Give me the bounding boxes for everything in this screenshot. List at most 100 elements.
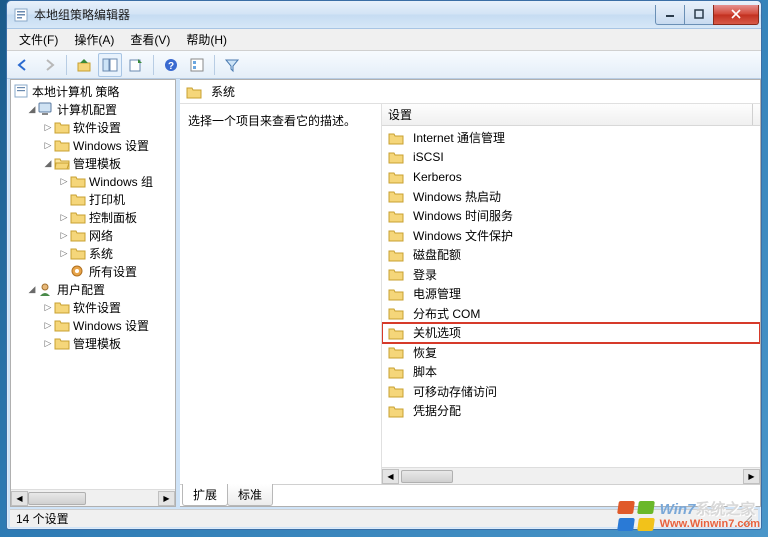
scroll-thumb[interactable] xyxy=(28,492,86,505)
list-item[interactable]: Windows 时间服务 xyxy=(382,206,760,226)
list-item[interactable]: Internet 通信管理 xyxy=(382,128,760,148)
list-item[interactable]: 脚本 xyxy=(382,362,760,382)
list-item[interactable]: Kerberos xyxy=(382,167,760,187)
list-item-label: 恢复 xyxy=(413,344,437,361)
collapse-icon[interactable]: ◢ xyxy=(27,104,37,114)
tree-label: 所有设置 xyxy=(89,263,137,280)
user-icon xyxy=(38,281,54,297)
tree-computer-config[interactable]: ◢ 计算机配置 xyxy=(11,100,175,118)
properties-button[interactable] xyxy=(185,53,209,77)
menu-view[interactable]: 查看(V) xyxy=(122,28,178,51)
menu-action[interactable]: 操作(A) xyxy=(66,28,122,51)
tab-extended[interactable]: 扩展 xyxy=(182,484,228,506)
tree-admin-templates[interactable]: ◢ 管理模板 xyxy=(11,154,175,172)
expand-icon[interactable]: ▷ xyxy=(43,122,53,132)
scroll-thumb[interactable] xyxy=(401,470,453,483)
maximize-button[interactable] xyxy=(684,5,714,25)
export-button[interactable] xyxy=(124,53,148,77)
tree-root[interactable]: 本地计算机 策略 xyxy=(11,82,175,100)
up-button[interactable] xyxy=(72,53,96,77)
list-item[interactable]: 关机选项 xyxy=(382,323,760,343)
tree-item[interactable]: 打印机 xyxy=(11,190,175,208)
tree-label: 控制面板 xyxy=(89,209,137,226)
column-header[interactable]: 设置 xyxy=(382,104,760,126)
filter-button[interactable] xyxy=(220,53,244,77)
tree-item[interactable]: 所有设置 xyxy=(11,262,175,280)
back-button[interactable] xyxy=(11,53,35,77)
list-item[interactable]: 凭据分配 xyxy=(382,401,760,421)
list-h-scrollbar[interactable]: ◀ ▶ xyxy=(382,467,760,484)
list-item-label: Internet 通信管理 xyxy=(413,129,505,146)
list-item[interactable]: 登录 xyxy=(382,265,760,285)
close-button[interactable] xyxy=(713,5,759,25)
folder-icon xyxy=(388,305,404,321)
menu-file[interactable]: 文件(F) xyxy=(11,28,66,51)
tree-item-system[interactable]: ▷ 系统 xyxy=(11,244,175,262)
show-hide-tree-button[interactable] xyxy=(98,53,122,77)
list-item[interactable]: Windows 文件保护 xyxy=(382,226,760,246)
folder-icon xyxy=(388,383,404,399)
list-item[interactable]: 可移动存储访问 xyxy=(382,382,760,402)
expand-icon[interactable]: ▷ xyxy=(43,302,53,312)
scroll-left-icon[interactable]: ◀ xyxy=(382,469,399,484)
forward-button[interactable] xyxy=(37,53,61,77)
list-item[interactable]: 分布式 COM xyxy=(382,304,760,324)
tree-item[interactable]: ▷ 软件设置 xyxy=(11,118,175,136)
nav-tree[interactable]: 本地计算机 策略 ◢ 计算机配置 ▷ 软件设置 ▷ Windows 设置 xyxy=(11,80,175,489)
tree-item[interactable]: ▷ Windows 组 xyxy=(11,172,175,190)
help-button[interactable]: ? xyxy=(159,53,183,77)
tree-label: 软件设置 xyxy=(73,119,121,136)
minimize-button[interactable] xyxy=(655,5,685,25)
tree-user-config[interactable]: ◢ 用户配置 xyxy=(11,280,175,298)
expand-icon[interactable]: ▷ xyxy=(59,230,69,240)
tree-item[interactable]: ▷ Windows 设置 xyxy=(11,316,175,334)
expand-icon[interactable]: ▷ xyxy=(43,320,53,330)
computer-icon xyxy=(38,101,54,117)
titlebar[interactable]: 本地组策略编辑器 xyxy=(7,1,761,29)
expand-icon[interactable]: ▷ xyxy=(59,212,69,222)
list-item[interactable]: iSCSI xyxy=(382,148,760,168)
list-item-label: Kerberos xyxy=(413,170,462,184)
tree-h-scrollbar[interactable]: ◀ ▶ xyxy=(11,489,175,506)
window-title: 本地组策略编辑器 xyxy=(34,6,130,23)
settings-list[interactable]: Internet 通信管理iSCSIKerberosWindows 热启动Win… xyxy=(382,126,760,467)
tab-standard[interactable]: 标准 xyxy=(227,484,273,506)
app-window: 本地组策略编辑器 文件(F) 操作(A) 查看(V) 帮助(H) ? xyxy=(6,0,762,530)
resize-grip-icon[interactable] xyxy=(738,512,752,526)
tree-item[interactable]: ▷ Windows 设置 xyxy=(11,136,175,154)
tree-item[interactable]: ▷ 控制面板 xyxy=(11,208,175,226)
tree-item[interactable]: ▷ 网络 xyxy=(11,226,175,244)
scroll-right-icon[interactable]: ▶ xyxy=(158,491,175,506)
folder-icon xyxy=(70,227,86,243)
tree-label: 计算机配置 xyxy=(57,101,117,118)
folder-icon xyxy=(54,335,70,351)
list-item-label: 可移动存储访问 xyxy=(413,383,497,400)
folder-icon xyxy=(388,227,404,243)
folder-icon xyxy=(70,245,86,261)
toolbar-separator xyxy=(66,55,67,75)
list-item[interactable]: Windows 热启动 xyxy=(382,187,760,207)
folder-icon xyxy=(388,325,404,341)
scroll-right-icon[interactable]: ▶ xyxy=(743,469,760,484)
expand-icon[interactable]: ▷ xyxy=(59,248,69,258)
scroll-left-icon[interactable]: ◀ xyxy=(11,491,28,506)
expand-icon[interactable]: ▷ xyxy=(43,338,53,348)
list-item[interactable]: 电源管理 xyxy=(382,284,760,304)
column-resize-handle[interactable] xyxy=(752,104,760,125)
tree-item[interactable]: ▷ 软件设置 xyxy=(11,298,175,316)
folder-icon xyxy=(388,344,404,360)
list-item-label: 登录 xyxy=(413,266,437,283)
list-item-label: 分布式 COM xyxy=(413,305,480,322)
tree-label: 管理模板 xyxy=(73,155,121,172)
menu-help[interactable]: 帮助(H) xyxy=(178,28,235,51)
collapse-icon[interactable]: ◢ xyxy=(43,158,53,168)
folder-icon xyxy=(388,130,404,146)
expand-icon[interactable]: ▷ xyxy=(43,140,53,150)
collapse-icon[interactable]: ◢ xyxy=(27,284,37,294)
folder-icon xyxy=(388,364,404,380)
list-item[interactable]: 恢复 xyxy=(382,343,760,363)
list-item[interactable]: 磁盘配额 xyxy=(382,245,760,265)
tree-item[interactable]: ▷ 管理模板 xyxy=(11,334,175,352)
list-item-label: 凭据分配 xyxy=(413,402,461,419)
expand-icon[interactable]: ▷ xyxy=(59,176,69,186)
